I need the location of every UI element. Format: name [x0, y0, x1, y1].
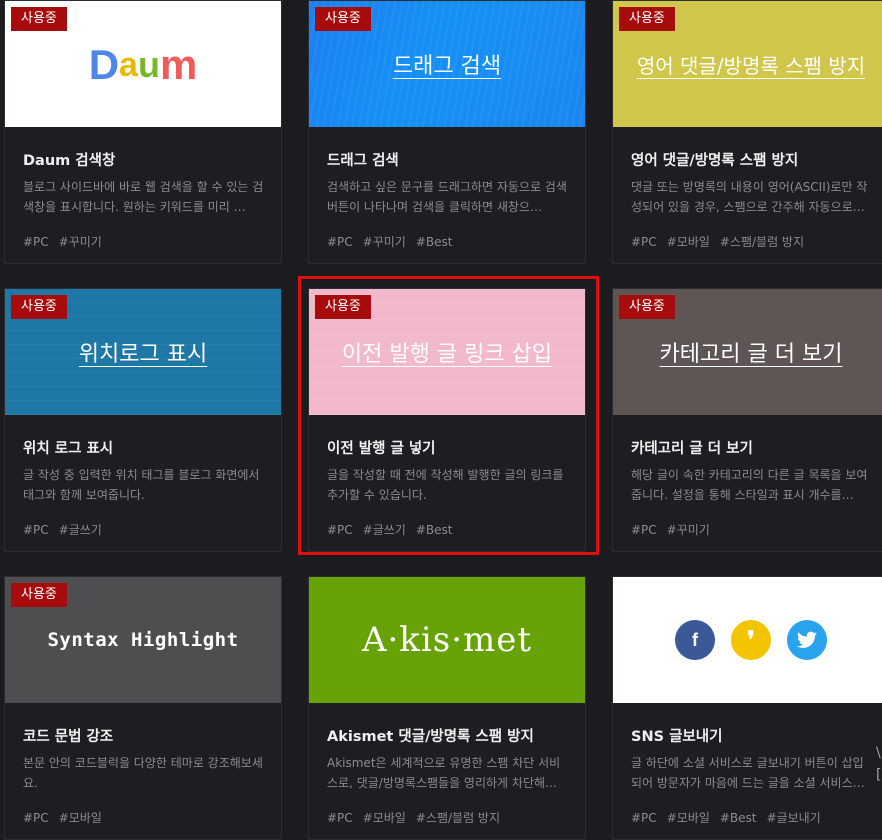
plugin-tags: #PC #모바일 #스팸/블럼 방지 [631, 233, 873, 250]
tag[interactable]: #꾸미기 [59, 235, 102, 249]
offscreen-card-fragment: \ [ [876, 745, 882, 783]
plugin-description: Akismet은 세계적으로 유명한 스팸 차단 서비스로, 댓글/방명록스팸들… [327, 756, 561, 790]
plugin-title[interactable]: 드래그 검색 [327, 149, 569, 171]
tag[interactable]: #글쓰기 [59, 523, 102, 537]
tag[interactable]: #PC [23, 235, 49, 249]
plugin-title[interactable]: 카테고리 글 더 보기 [631, 437, 873, 459]
plugin-card-drag-search[interactable]: 드래그 검색 사용중 드래그 검색 검색하고 싶은 문구를 드래그하면 자동으로… [308, 0, 586, 264]
tag[interactable]: #모바일 [667, 235, 710, 249]
tag[interactable]: #PC [631, 811, 657, 825]
tag[interactable]: #모바일 [667, 811, 710, 825]
thumbnail-title: 위치로그 표시 [78, 342, 208, 367]
tag[interactable]: #모바일 [363, 811, 406, 825]
status-badge: 사용중 [11, 7, 67, 31]
tag[interactable]: #스팸/블럼 방지 [416, 811, 500, 825]
plugin-title[interactable]: Daum 검색창 [23, 149, 265, 171]
plugin-thumbnail: f ❜ [613, 577, 882, 703]
thumbnail-title: 드래그 검색 [392, 54, 502, 79]
plugin-title[interactable]: 이전 발행 글 넣기 [327, 437, 569, 459]
plugin-card-category-more[interactable]: 카테고리 글 더 보기 사용중 카테고리 글 더 보기 해당 글이 속한 카테고… [612, 288, 882, 552]
plugin-description: 글 작성 중 입력한 위치 태그를 블로그 화면에서 태그와 함께 보여줍니다. [23, 468, 260, 502]
plugin-card-daum-search[interactable]: Daum 사용중 Daum 검색창 블로그 사이드바에 바로 웹 검색을 할 수… [4, 0, 282, 264]
plugin-description: 글 하단에 소셜 서비스로 글보내기 버튼이 삽입되어 방문자가 마음에 드는 … [631, 756, 865, 790]
status-badge: 사용중 [11, 583, 67, 607]
plugin-card-previous-post-link[interactable]: 이전 발행 글 링크 삽입 사용중 이전 발행 글 넣기 글을 작성할 때 전에… [308, 288, 586, 552]
tag[interactable]: #꾸미기 [667, 523, 710, 537]
plugin-card-sns-share[interactable]: f ❜ SNS 글보내기 글 하단에 소셜 서비스로 글보내기 버튼이 삽입되어… [612, 576, 882, 840]
plugin-card-syntax-highlight[interactable]: Syntax Highlight 사용중 코드 문법 강조 본문 안의 코드블럭… [4, 576, 282, 840]
tag[interactable]: #PC [631, 523, 657, 537]
plugin-description: 검색하고 싶은 문구를 드래그하면 자동으로 검색 버튼이 나타나며 검색을 클… [327, 180, 567, 214]
twitter-icon [787, 620, 827, 660]
daum-logo: Daum [88, 41, 198, 88]
plugin-tags: #PC #꾸미기 #Best [327, 233, 569, 250]
thumbnail-title: 영어 댓글/방명록 스팸 방지 [636, 53, 866, 78]
plugin-tags: #PC #모바일 [23, 809, 265, 826]
plugin-card-akismet[interactable]: A·kis·met Akismet 댓글/방명록 스팸 방지 Akismet은 … [308, 576, 586, 840]
plugin-tags: #PC #글쓰기 [23, 521, 265, 538]
plugin-tags: #PC #모바일 #스팸/블럼 방지 [327, 809, 569, 826]
plugin-tags: #PC #꾸미기 [23, 233, 265, 250]
plugin-title[interactable]: Akismet 댓글/방명록 스팸 방지 [327, 725, 569, 747]
status-badge: 사용중 [315, 295, 371, 319]
plugin-title[interactable]: SNS 글보내기 [631, 725, 873, 747]
status-badge: 사용중 [11, 295, 67, 319]
tag[interactable]: #글보내기 [767, 811, 821, 825]
plugin-title[interactable]: 코드 문법 강조 [23, 725, 265, 747]
tag[interactable]: #PC [327, 811, 353, 825]
tag[interactable]: #PC [23, 811, 49, 825]
plugin-tags: #PC #꾸미기 [631, 521, 873, 538]
plugin-title[interactable]: 위치 로그 표시 [23, 437, 265, 459]
plugin-tags: #PC #글쓰기 #Best [327, 521, 569, 538]
tag[interactable]: #PC [327, 523, 353, 537]
plugin-title[interactable]: 영어 댓글/방명록 스팸 방지 [631, 149, 873, 171]
tag[interactable]: #모바일 [59, 811, 102, 825]
facebook-icon: f [675, 620, 715, 660]
tag[interactable]: #스팸/블럼 방지 [720, 235, 804, 249]
akismet-logo: A·kis·met [361, 620, 533, 660]
status-badge: 사용중 [619, 7, 675, 31]
kakaostory-icon: ❜ [731, 620, 771, 660]
plugin-card-english-spam-block[interactable]: 영어 댓글/방명록 스팸 방지 사용중 영어 댓글/방명록 스팸 방지 댓글 또… [612, 0, 882, 264]
thumbnail-title: 카테고리 글 더 보기 [659, 342, 843, 367]
status-badge: 사용중 [619, 295, 675, 319]
tag[interactable]: #Best [720, 811, 757, 825]
plugin-description: 댓글 또는 방명록의 내용이 영어(ASCII)로만 작성되어 있을 경우, 스… [631, 180, 868, 214]
plugin-thumbnail: A·kis·met [309, 577, 585, 703]
tag[interactable]: #PC [631, 235, 657, 249]
plugin-card-location-log[interactable]: 위치로그 표시 사용중 위치 로그 표시 글 작성 중 입력한 위치 태그를 블… [4, 288, 282, 552]
plugin-description: 블로그 사이드바에 바로 웹 검색을 할 수 있는 검색창을 표시합니다. 원하… [23, 180, 264, 214]
status-badge: 사용중 [315, 7, 371, 31]
plugin-tags: #PC #모바일 #Best #글보내기 [631, 809, 873, 826]
plugin-description: 글을 작성할 때 전에 작성해 발행한 글의 링크를 추가할 수 있습니다. [327, 468, 564, 502]
plugin-description: 해당 글이 속한 카테고리의 다른 글 목록을 보여줍니다. 설정을 통해 스타… [631, 468, 868, 502]
tag[interactable]: #꾸미기 [363, 235, 406, 249]
thumbnail-title: 이전 발행 글 링크 삽입 [341, 342, 553, 367]
tag[interactable]: #PC [23, 523, 49, 537]
plugin-description: 본문 안의 코드블럭을 다양한 테마로 강조해보세요. [23, 756, 263, 790]
tag[interactable]: #Best [416, 235, 453, 249]
tag[interactable]: #Best [416, 523, 453, 537]
thumbnail-title: Syntax Highlight [47, 629, 239, 651]
tag[interactable]: #PC [327, 235, 353, 249]
tag[interactable]: #글쓰기 [363, 523, 406, 537]
